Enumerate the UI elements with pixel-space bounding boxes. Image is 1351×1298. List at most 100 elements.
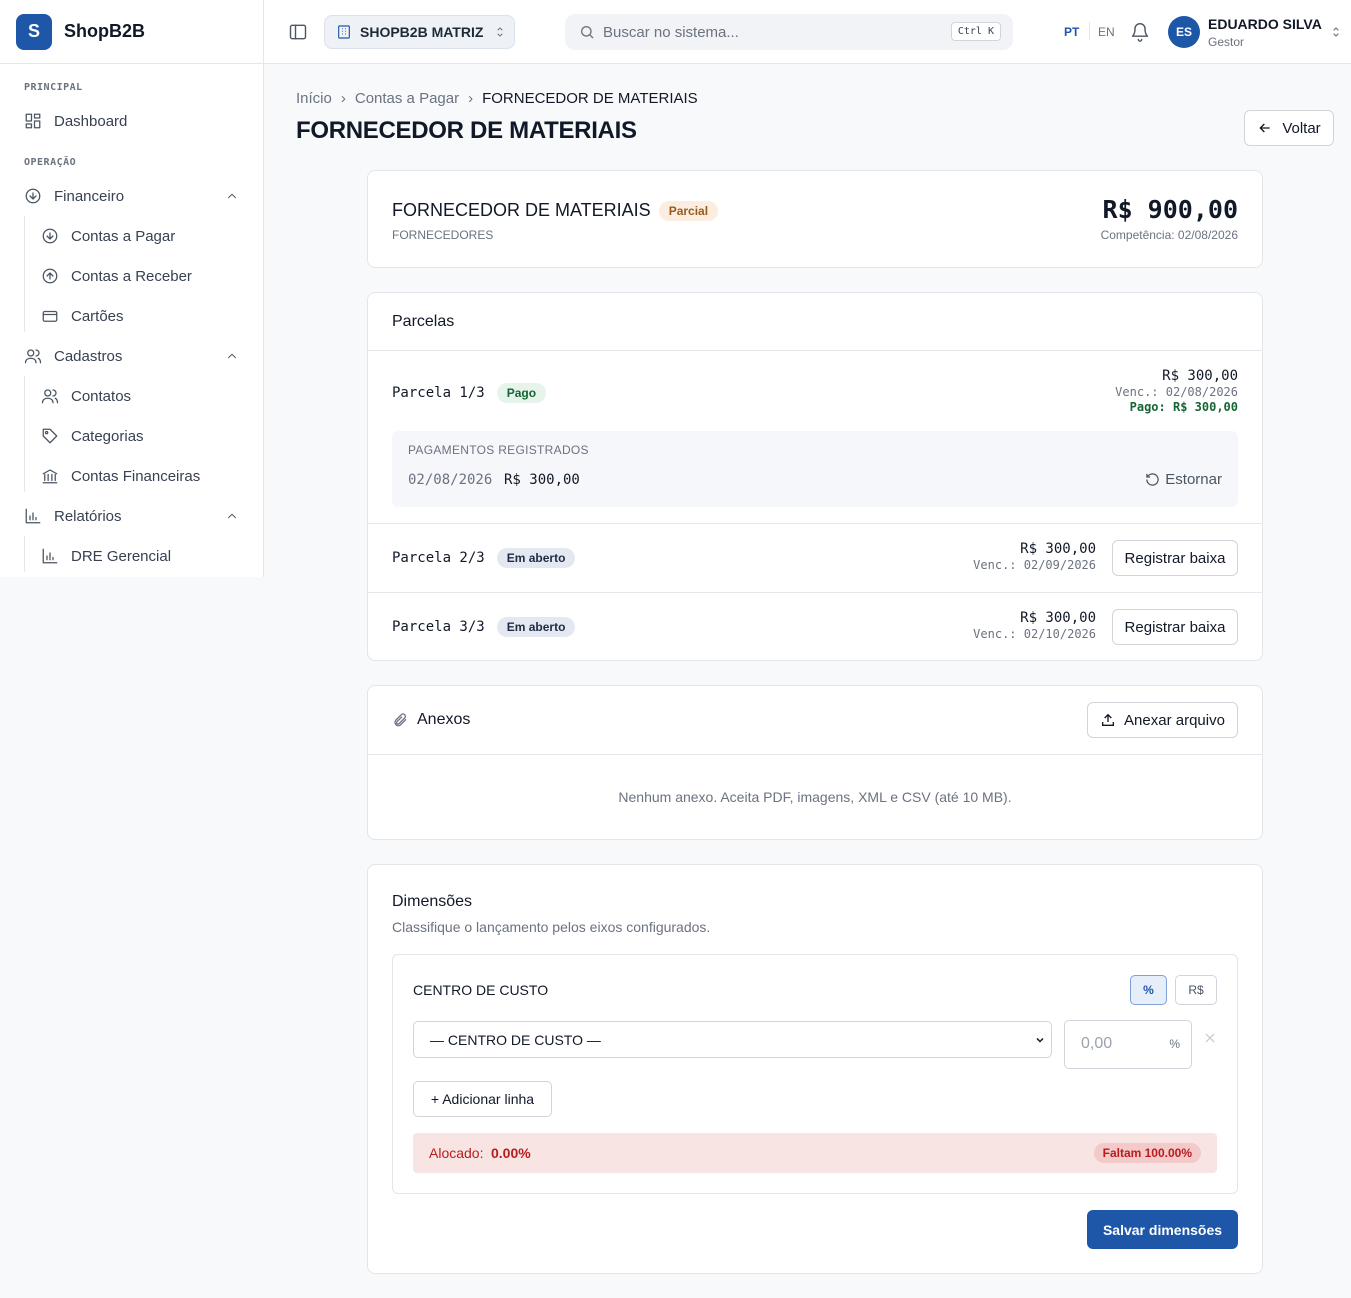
sidebar-item-label: Contas a Pagar (71, 227, 176, 245)
chevron-up-icon[interactable] (225, 189, 239, 203)
axis-label: CENTRO DE CUSTO (413, 982, 549, 998)
summary-card: FORNECEDOR DE MATERIAIS Parcial FORNECED… (367, 170, 1263, 268)
sidebar-item-contatos[interactable]: Contatos (41, 380, 239, 412)
bank-icon (42, 469, 58, 484)
lang-en[interactable]: EN (1098, 25, 1115, 39)
mode-brl-toggle[interactable]: R$ (1175, 975, 1217, 1005)
parcelas-card: Parcelas Parcela 1/3 Pago R$ 300,00 Venc… (367, 292, 1263, 661)
installment-due: Venc.: 02/09/2026 (973, 558, 1096, 572)
submenu-line (24, 536, 25, 572)
page-title: FORNECEDOR DE MATERIAIS (296, 117, 637, 144)
chevron-right-icon: › (468, 90, 474, 107)
registrar-baixa-button[interactable]: Registrar baixa (1112, 609, 1238, 645)
select-value: — CENTRO DE CUSTO — (430, 1031, 601, 1048)
breadcrumb-section[interactable]: Contas a Pagar (355, 90, 459, 107)
installment-amount: R$ 300,00 (1162, 368, 1238, 384)
search-icon (581, 26, 594, 39)
breadcrumb-home[interactable]: Início (296, 90, 332, 107)
payment-amount: R$ 300,00 (504, 472, 580, 488)
chevron-up-icon[interactable] (225, 349, 239, 363)
circle-arrow-down-icon (42, 228, 58, 244)
anexos-empty-message: Nenhum anexo. Aceita PDF, imagens, XML e… (618, 789, 1012, 805)
installment-amount: R$ 300,00 (1020, 541, 1096, 557)
avatar[interactable]: ES (1168, 16, 1200, 48)
estornar-button[interactable]: Estornar (1145, 471, 1222, 488)
payment-date: 02/08/2026 (408, 472, 493, 488)
brand-name: ShopB2B (64, 21, 145, 41)
centro-custo-select[interactable]: — CENTRO DE CUSTO — (413, 1021, 1052, 1058)
tag-icon (42, 428, 58, 444)
sidebar-item-dre[interactable]: DRE Gerencial (41, 540, 239, 572)
sidebar-item-cartoes[interactable]: Cartões (41, 300, 239, 332)
sidebar-item-dashboard[interactable]: Dashboard (24, 105, 239, 137)
installment-values: R$ 300,00 Venc.: 02/08/2026 Pago: R$ 300… (1115, 368, 1238, 414)
chevron-updown-icon (497, 27, 504, 37)
sidebar-toggle-button[interactable] (286, 20, 310, 44)
payments-box: PAGAMENTOS REGISTRADOS 02/08/2026 R$ 300… (392, 431, 1238, 507)
anexos-card: Anexos Anexar arquivo Nenhum anexo. Acei… (367, 685, 1263, 840)
dimensoes-subtitle: Classifique o lançamento pelos eixos con… (392, 919, 711, 935)
brand-logo: S (16, 13, 52, 50)
store-selector[interactable]: SHOPB2B MATRIZ (324, 15, 515, 49)
alloc-value: 0.00% (491, 1145, 531, 1161)
notifications-button[interactable] (1128, 20, 1152, 44)
competencia-date: Competência: 02/08/2026 (1100, 228, 1238, 242)
registrar-baixa-button[interactable]: Registrar baixa (1112, 540, 1238, 576)
add-line-button[interactable]: + Adicionar linha (413, 1081, 552, 1117)
total-amount: R$ 900,00 (1102, 195, 1238, 224)
installment-amount: R$ 300,00 (1020, 610, 1096, 626)
sidebar-item-categorias[interactable]: Categorias (41, 420, 239, 452)
allocation-amount-input[interactable]: 0,00 % (1064, 1020, 1192, 1069)
search-input[interactable]: Buscar no sistema... Ctrl K (565, 14, 1013, 50)
installment-label: Parcela 3/3 (392, 619, 485, 635)
sidebar-item-relatorios[interactable]: Relatórios (24, 500, 239, 532)
sidebar: S ShopB2B PRINCIPAL Dashboard OPERAÇÃO F… (0, 0, 264, 577)
bell-icon (1131, 23, 1149, 42)
sidebar-item-contas-pagar[interactable]: Contas a Pagar (41, 220, 239, 252)
parcelas-title: Parcelas (392, 313, 455, 330)
installment-row: Parcela 3/3 Em aberto (392, 617, 576, 637)
lang-divider (1089, 22, 1090, 40)
amount-unit: % (1169, 1037, 1180, 1051)
search-shortcut: Ctrl K (950, 22, 1001, 41)
chevron-up-icon[interactable] (225, 509, 239, 523)
installment-label: Parcela 2/3 (392, 550, 485, 566)
search-placeholder: Buscar no sistema... (603, 23, 739, 41)
sidebar-item-label: Cadastros (54, 347, 123, 365)
submenu-line (24, 216, 25, 332)
arrow-left-icon (1259, 123, 1270, 133)
brand[interactable]: S ShopB2B (0, 0, 263, 64)
lang-pt[interactable]: PT (1064, 25, 1079, 39)
remove-line-button[interactable] (1203, 1031, 1217, 1045)
installment-values: R$ 300,00 Venc.: 02/09/2026 (973, 541, 1096, 572)
dimensoes-card: Dimensões Classifique o lançamento pelos… (367, 864, 1263, 1274)
users-icon (24, 349, 42, 364)
payments-header: PAGAMENTOS REGISTRADOS (408, 443, 589, 457)
sidebar-item-label: Dashboard (54, 112, 128, 130)
anexar-arquivo-button[interactable]: Anexar arquivo (1087, 702, 1238, 738)
dimensoes-title: Dimensões (392, 893, 473, 910)
credit-card-icon (42, 310, 58, 322)
topbar: SHOPB2B MATRIZ Buscar no sistema... Ctrl… (264, 0, 1351, 64)
installment-row: Parcela 2/3 Em aberto (392, 548, 576, 568)
paperclip-icon (394, 713, 407, 727)
undo-icon (1146, 473, 1160, 486)
category-label: FORNECEDORES (392, 228, 494, 242)
dashboard-icon (25, 113, 41, 129)
chevron-updown-icon[interactable] (1329, 25, 1343, 39)
sidebar-item-financeiro[interactable]: Financeiro (24, 180, 239, 212)
mode-percent-toggle[interactable]: % (1130, 975, 1167, 1005)
sidebar-toggle-icon (289, 24, 307, 40)
back-button[interactable]: Voltar (1244, 110, 1334, 146)
anexar-label: Anexar arquivo (1124, 711, 1225, 729)
upload-icon (1102, 713, 1115, 726)
sidebar-item-cadastros[interactable]: Cadastros (24, 340, 239, 372)
save-dimensions-button[interactable]: Salvar dimensões (1087, 1210, 1238, 1249)
sidebar-item-contas-receber[interactable]: Contas a Receber (41, 260, 239, 292)
store-name: SHOPB2B MATRIZ (360, 24, 484, 40)
breadcrumb-current: FORNECEDOR DE MATERIAIS (482, 90, 698, 107)
sidebar-item-contas-financeiras[interactable]: Contas Financeiras (41, 460, 239, 492)
divider (368, 350, 1262, 351)
section-label-principal: PRINCIPAL (24, 82, 83, 93)
circle-arrow-up-icon (42, 268, 58, 284)
